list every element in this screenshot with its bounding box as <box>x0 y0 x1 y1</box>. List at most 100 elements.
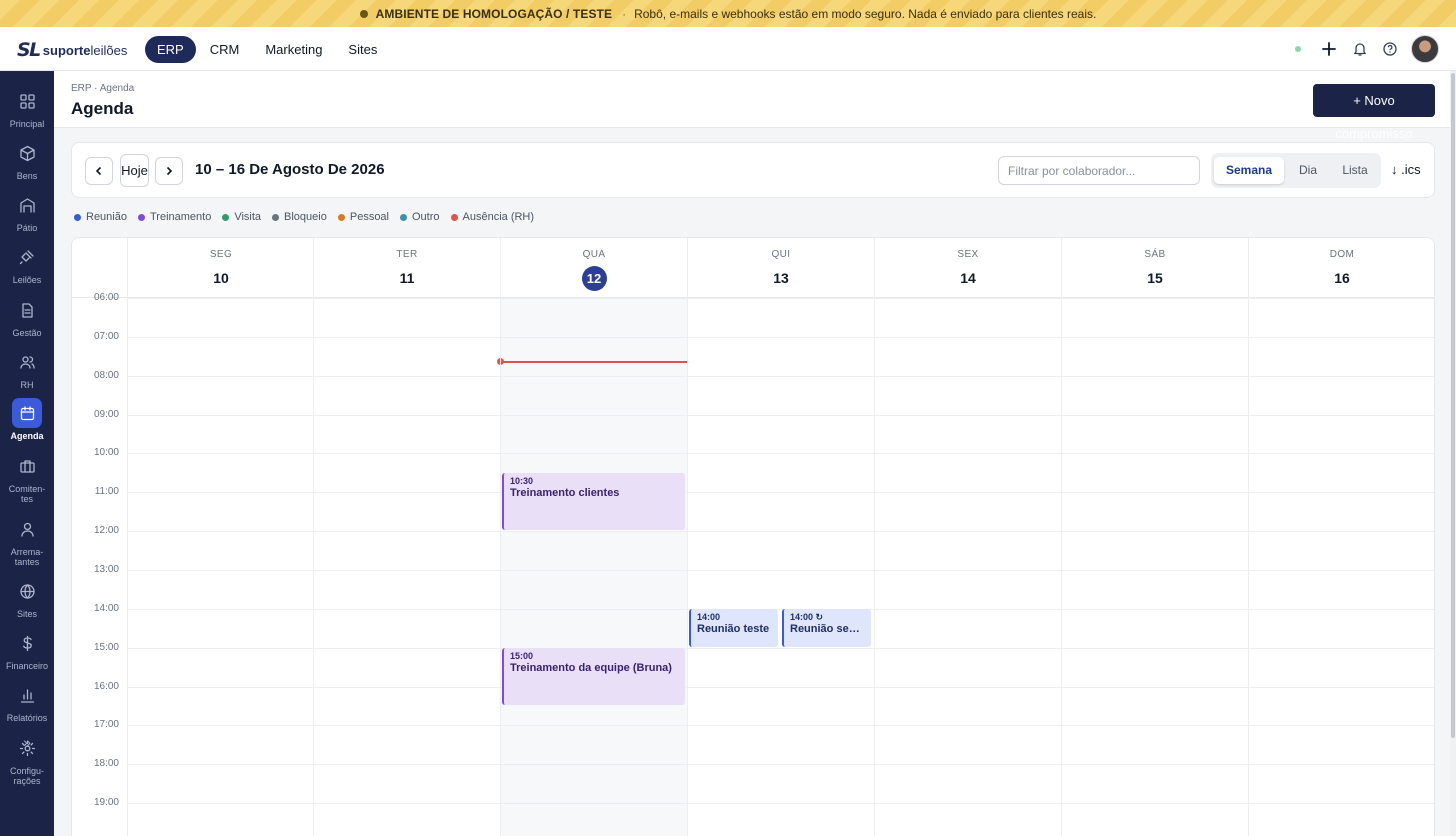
legend-item: Treinamento <box>137 211 211 223</box>
day-name: TER <box>396 249 418 260</box>
hour-gridline <box>127 415 1434 416</box>
today-column-highlight <box>500 298 687 836</box>
hour-label: 09:00 <box>93 409 119 420</box>
event-title: Reunião semanal <box>790 623 865 635</box>
sidebar-item-comitentes[interactable]: Comiten-tes <box>0 451 54 504</box>
bell-icon[interactable] <box>1351 40 1369 58</box>
status-dot <box>1295 46 1301 52</box>
calendar-event[interactable]: 15:00 Treinamento da equipe (Bruna) <box>502 648 685 705</box>
hour-gridline <box>127 648 1434 649</box>
hour-gridline <box>127 492 1434 493</box>
hour-label: 17:00 <box>93 719 119 730</box>
new-appointment-button[interactable]: + Novo compromisso <box>1313 84 1435 141</box>
column-divider <box>874 298 875 836</box>
hour-label: 07:00 <box>93 331 119 342</box>
nav-erp[interactable]: ERP <box>145 36 196 63</box>
legend-item: Ausência (RH) <box>450 211 534 223</box>
sidebar-item-label: Financeiro <box>5 661 49 671</box>
user-avatar[interactable] <box>1411 35 1439 63</box>
day-date: 11 <box>399 270 415 286</box>
sidebar-item-bens[interactable]: Bens <box>0 138 54 181</box>
view-list-tab[interactable]: Lista <box>1332 157 1378 184</box>
nav-crm[interactable]: CRM <box>198 36 252 63</box>
day-header[interactable]: QUA 12 <box>500 238 687 298</box>
sidebar-item-label: Leilões <box>12 275 42 285</box>
today-button[interactable]: Hoje <box>120 154 149 187</box>
sidebar-item-arrematantes[interactable]: Arrema-tantes <box>0 514 54 567</box>
sidebar-item-relatórios[interactable]: Relatórios <box>0 680 54 723</box>
prev-week-button[interactable] <box>85 157 113 185</box>
hour-label: 12:00 <box>93 525 119 536</box>
sidebar-item-agenda[interactable]: Agenda <box>0 398 54 441</box>
day-name: QUI <box>771 249 791 260</box>
legend-item: Bloqueio <box>272 211 327 223</box>
hour-gridline <box>127 453 1434 454</box>
legend-item: Pessoal <box>337 211 389 223</box>
next-week-button[interactable] <box>155 157 183 185</box>
legend-label: Bloqueio <box>284 211 327 223</box>
globe-icon <box>12 576 42 606</box>
help-icon[interactable] <box>1381 40 1399 58</box>
sidebar-item-pátio[interactable]: Pátio <box>0 190 54 233</box>
top-navigation: SL suporteleilões ERP CRM Marketing Site… <box>0 27 1456 71</box>
brand-mark: SL <box>17 39 41 61</box>
day-name: DOM <box>1329 249 1355 260</box>
sidebar-item-label: RH <box>20 380 34 390</box>
column-divider <box>687 298 688 836</box>
view-week-tab[interactable]: Semana <box>1214 157 1284 184</box>
legend-label: Pessoal <box>349 211 389 223</box>
sidebar-item-gestão[interactable]: Gestão <box>0 295 54 338</box>
legend-label: Visita <box>234 211 262 223</box>
nav-sites[interactable]: Sites <box>336 36 389 63</box>
legend-dot-icon <box>400 213 407 221</box>
sidebar-expand-icon[interactable]: » <box>0 734 54 754</box>
brand-logo[interactable]: SL suporteleilões <box>17 39 127 61</box>
day-header[interactable]: SÁB 15 <box>1061 238 1248 298</box>
hour-label: 13:00 <box>93 564 119 575</box>
day-header[interactable]: QUI 13 <box>687 238 874 298</box>
page-scrollbar[interactable] <box>1450 71 1456 836</box>
legend-dot-icon <box>450 213 458 221</box>
nav-marketing[interactable]: Marketing <box>253 36 334 63</box>
calendar-toolbar: Hoje 10 – 16 De Agosto De 2026 Semana Di… <box>71 142 1435 198</box>
scrollbar-thumb[interactable] <box>1451 73 1455 738</box>
day-header[interactable]: SEG 10 <box>127 238 314 298</box>
sidebar-item-sites[interactable]: Sites <box>0 576 54 619</box>
banner-message: Robô, e-mails e webhooks estão em modo s… <box>634 6 1097 21</box>
date-range-title: 10 – 16 De Agosto De 2026 <box>195 161 385 178</box>
legend-label: Reunião <box>86 211 127 223</box>
sidebar-item-label: Comiten-tes <box>8 484 46 504</box>
day-name: SÁB <box>1144 249 1166 260</box>
event-title: Treinamento clientes <box>510 487 620 499</box>
day-header[interactable]: SEX 14 <box>874 238 1061 298</box>
day-date: 13 <box>773 270 789 286</box>
sidebar-item-principal[interactable]: Principal <box>0 86 54 129</box>
hour-gridline <box>127 687 1434 688</box>
hour-label: 10:00 <box>93 447 119 458</box>
hour-label: 18:00 <box>93 758 119 769</box>
breadcrumb[interactable]: ERP · Agenda <box>71 83 134 94</box>
day-header[interactable]: DOM 16 <box>1248 238 1434 298</box>
event-time: 14:00 <box>697 612 721 622</box>
legend-item: Reunião <box>74 211 127 223</box>
day-date: 16 <box>1334 270 1350 286</box>
export-ics-button[interactable]: ↓ .ics <box>1391 162 1421 177</box>
page-header: ERP · Agenda Agenda + Novo compromisso <box>54 71 1450 141</box>
calendar-event[interactable]: 10:30 Treinamento clientes <box>502 473 685 530</box>
view-day-tab[interactable]: Dia <box>1288 157 1328 184</box>
sidebar-item-leilões[interactable]: Leilões <box>0 242 54 285</box>
hour-label: 16:00 <box>93 681 119 692</box>
calendar-event[interactable]: 14:00 ↻Reunião semanal <box>782 609 871 647</box>
sidebar-item-label: Arrema-tantes <box>10 547 44 567</box>
collaborator-filter-input[interactable] <box>998 156 1200 185</box>
day-header[interactable]: TER 11 <box>313 238 500 298</box>
sidebar-item-rh[interactable]: RH <box>0 347 54 390</box>
event-type-legend: Reunião Treinamento Visita Bloqueio Pessoal O… <box>74 211 545 223</box>
calendar-event[interactable]: 14:00 Reunião teste <box>689 609 778 647</box>
brand-wordmark: suporteleilões <box>42 42 128 58</box>
sidebar-item-financeiro[interactable]: Financeiro <box>0 628 54 671</box>
environment-banner: AMBIENTE DE HOMOLOGAÇÃO / TESTE · Robô, … <box>0 0 1456 27</box>
legend-label: Outro <box>412 211 440 223</box>
plus-icon[interactable] <box>1320 40 1338 58</box>
column-divider <box>1061 298 1062 836</box>
